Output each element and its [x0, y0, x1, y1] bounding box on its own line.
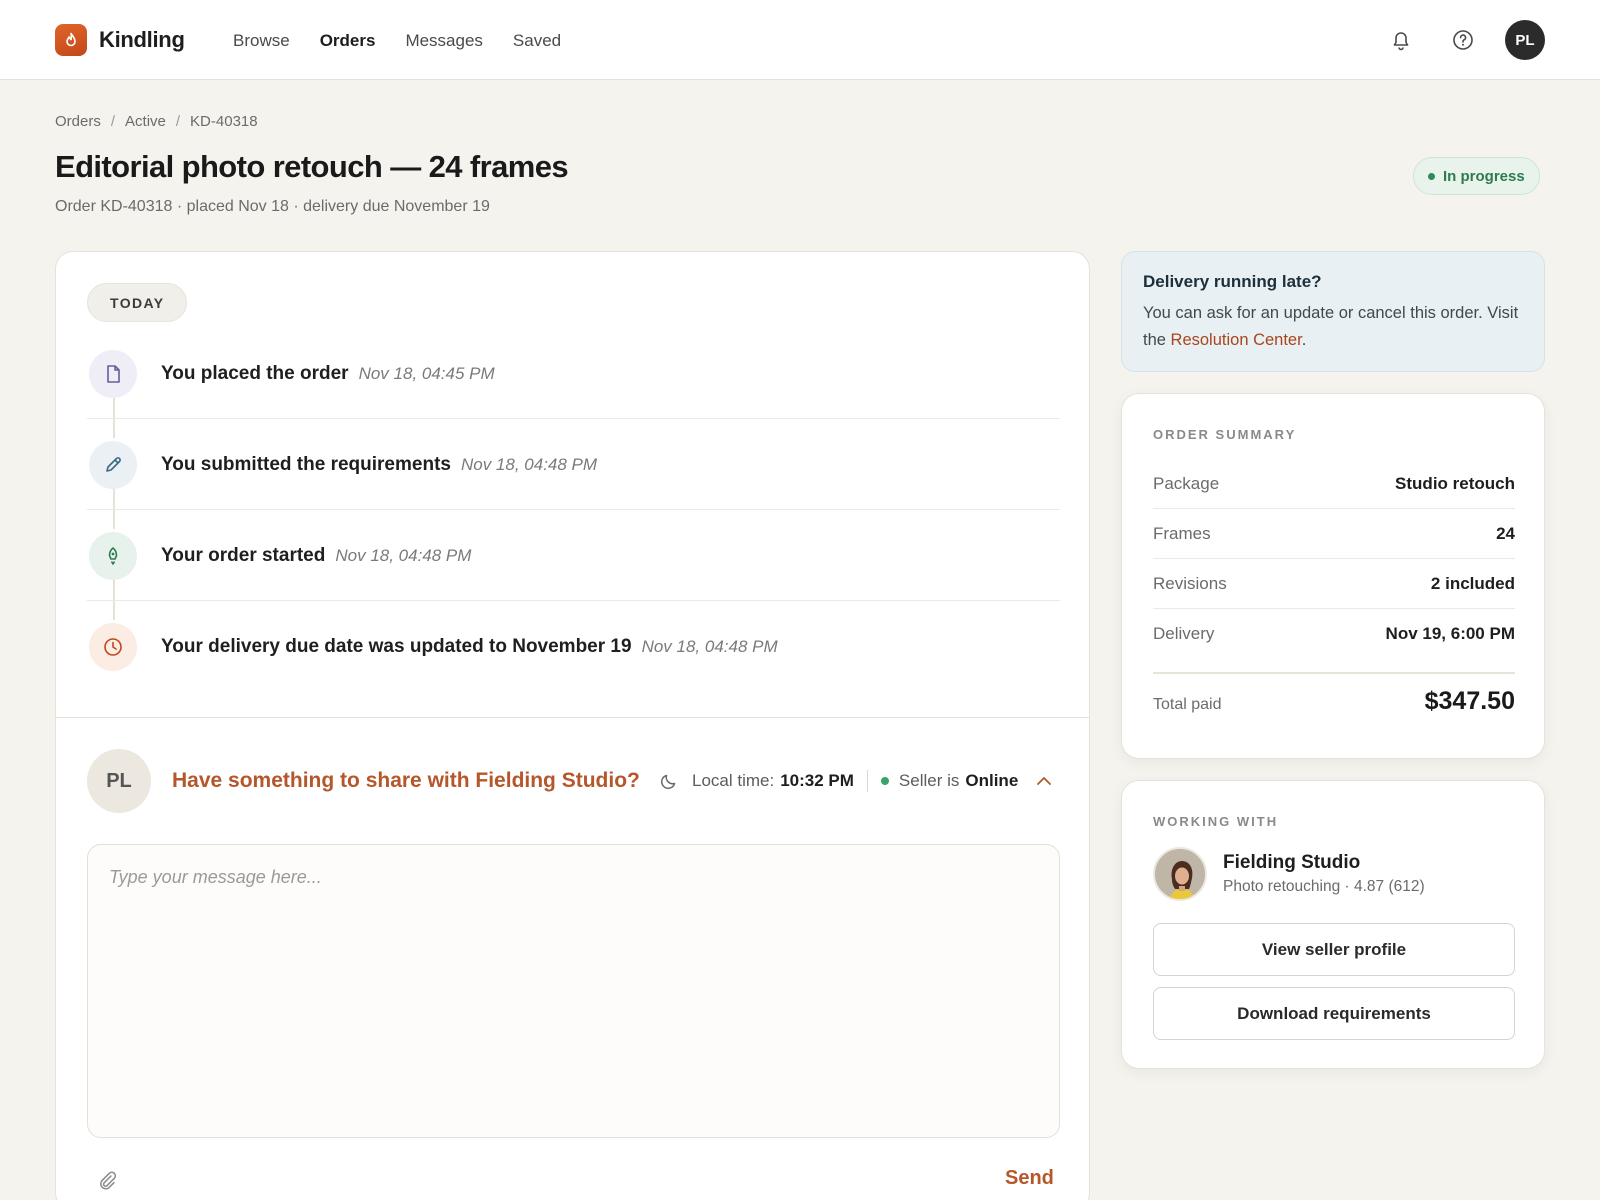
summary-row: Package Studio retouch: [1153, 459, 1515, 509]
summary-key: Delivery: [1153, 624, 1215, 643]
message-input[interactable]: [87, 844, 1060, 1138]
summary-key: Package: [1153, 473, 1220, 493]
timeline-event: Your order started Nov 18, 04:48 PM: [87, 510, 1060, 601]
summary-row: Revisions 2 included: [1153, 559, 1515, 609]
brand[interactable]: Kindling: [55, 24, 185, 56]
document-icon: [89, 350, 137, 398]
summary-row: Frames 24: [1153, 509, 1515, 559]
user-avatar[interactable]: PL: [1505, 20, 1545, 60]
timeline-event-time: Nov 18, 04:48 PM: [460, 455, 598, 474]
chevron-up-icon[interactable]: [1036, 776, 1052, 786]
timeline-event: You placed the order Nov 18, 04:45 PM: [87, 328, 1060, 419]
nav-saved[interactable]: Saved: [513, 31, 561, 51]
total-divider: [1153, 672, 1515, 674]
status-badge: In progress: [1413, 157, 1540, 195]
seller-card: WORKING WITH Fielding Studio Photo retou…: [1121, 780, 1545, 1069]
summary-key: Revisions: [1153, 573, 1227, 593]
summary-value: 2 included: [1430, 573, 1515, 593]
late-notice-title: Delivery running late?: [1143, 272, 1322, 291]
summary-value: Studio retouch: [1395, 473, 1515, 493]
timeline-event-time: Nov 18, 04:48 PM: [335, 546, 472, 565]
summary-value: Nov 19, 6:00 PM: [1385, 624, 1515, 643]
help-icon[interactable]: [1450, 27, 1476, 53]
breadcrumb-current: KD-40318: [190, 113, 258, 130]
timeline-event-title: Your order started: [161, 545, 326, 566]
order-summary-label: ORDER SUMMARY: [1153, 427, 1297, 442]
local-time-value: 10:32 PM: [780, 771, 854, 790]
status-label: In progress: [1443, 167, 1525, 185]
composer-meta: Local time: 10:32 PM Seller is Online: [660, 770, 1052, 792]
breadcrumb-orders[interactable]: Orders: [55, 113, 101, 130]
order-subtitle: Order KD-40318 · placed Nov 18 · deliver…: [55, 198, 490, 215]
seller-avatar[interactable]: [1153, 847, 1207, 901]
timeline-event-title: You submitted the requirements: [161, 454, 451, 475]
breadcrumb-separator: /: [110, 113, 116, 130]
bell-icon[interactable]: [1388, 27, 1414, 53]
paperclip-icon[interactable]: [96, 1169, 118, 1196]
total-label: Total paid: [1153, 696, 1222, 713]
timeline-event: You submitted the requirements Nov 18, 0…: [87, 419, 1060, 510]
rocket-icon: [89, 532, 137, 580]
clock-icon: [89, 623, 137, 671]
pencil-icon: [89, 441, 137, 489]
top-navigation-bar: Kindling Browse Orders Messages Saved PL: [0, 0, 1600, 80]
order-activity-card: TODAY You placed the order Nov 18, 04:45…: [55, 251, 1090, 1200]
seller-name[interactable]: Fielding Studio: [1223, 852, 1360, 874]
timeline-event-text: Your delivery due date was updated to No…: [161, 636, 778, 658]
nav-browse[interactable]: Browse: [233, 31, 290, 51]
total-row: Total paid $347.50: [1153, 687, 1515, 716]
composer-avatar: PL: [87, 749, 151, 813]
moon-icon: [660, 772, 678, 790]
nav-messages[interactable]: Messages: [405, 31, 482, 51]
timeline-event-time: Nov 18, 04:48 PM: [641, 637, 778, 656]
breadcrumb: Orders / Active / KD-40318: [55, 113, 258, 130]
late-delivery-notice: Delivery running late? You can ask for a…: [1121, 251, 1545, 372]
seller-meta: Photo retouching · 4.87 (612): [1223, 878, 1425, 895]
brand-name: Kindling: [99, 27, 185, 52]
timeline-event-text: Your order started Nov 18, 04:48 PM: [161, 545, 471, 567]
late-notice-body: You can ask for an update or cancel this…: [1143, 300, 1523, 354]
summary-value: 24: [1496, 523, 1515, 543]
composer-prompt: Have something to share with Fielding St…: [172, 769, 640, 792]
resolution-center-link[interactable]: Resolution Center: [1171, 331, 1302, 349]
nav-orders[interactable]: Orders: [320, 31, 376, 51]
send-button[interactable]: Send: [1005, 1167, 1054, 1190]
working-with-label: WORKING WITH: [1153, 814, 1279, 829]
summary-key: Frames: [1153, 523, 1211, 543]
timeline-event-time: Nov 18, 04:45 PM: [358, 364, 495, 383]
download-requirements-button[interactable]: Download requirements: [1153, 987, 1515, 1040]
timeline-event-title: Your delivery due date was updated to No…: [161, 636, 632, 657]
page-title: Editorial photo retouch — 24 frames: [55, 149, 569, 184]
meta-separator: [866, 770, 868, 792]
section-divider: [56, 717, 1089, 718]
main-nav: Browse Orders Messages Saved: [233, 31, 591, 51]
breadcrumb-active[interactable]: Active: [125, 113, 166, 130]
local-time-label: Local time:: [692, 771, 775, 790]
online-status-dot-icon: [880, 777, 889, 785]
timeline-event: Your delivery due date was updated to No…: [87, 601, 1060, 692]
view-seller-profile-button[interactable]: View seller profile: [1153, 923, 1515, 976]
timeline-event-text: You submitted the requirements Nov 18, 0…: [161, 454, 597, 476]
timeline-event-title: You placed the order: [161, 363, 349, 384]
flame-logo-icon: [55, 24, 87, 56]
breadcrumb-separator: /: [175, 113, 181, 130]
seller-status-value: Online: [965, 771, 1019, 790]
total-value: $347.50: [1424, 687, 1515, 715]
summary-row: Delivery Nov 19, 6:00 PM: [1153, 609, 1515, 659]
timeline-group-label: TODAY: [87, 283, 188, 322]
seller-status-label: Seller is: [898, 771, 960, 790]
order-summary-card: ORDER SUMMARY Package Studio retouch Fra…: [1121, 393, 1545, 759]
timeline-event-text: You placed the order Nov 18, 04:45 PM: [161, 363, 495, 385]
status-dot-icon: [1428, 172, 1435, 180]
late-notice-suffix: .: [1301, 331, 1307, 349]
